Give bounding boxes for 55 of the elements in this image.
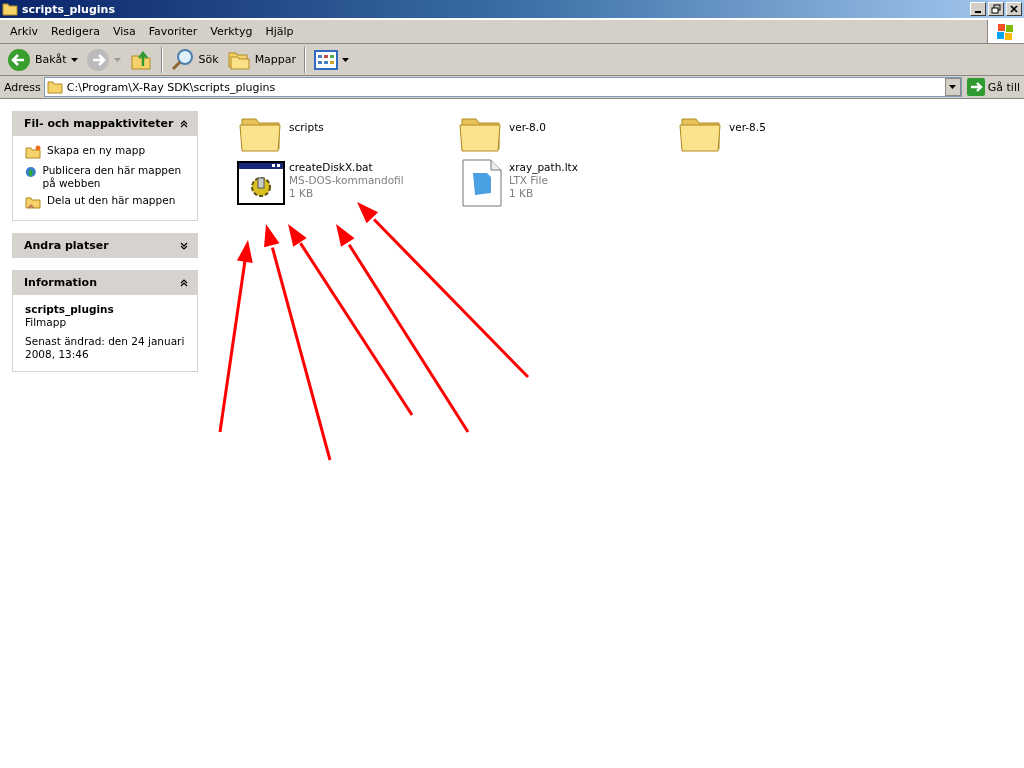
caret-icon bbox=[949, 85, 957, 89]
restore-button[interactable] bbox=[988, 2, 1004, 16]
folder-icon bbox=[46, 80, 63, 94]
menu-item[interactable]: Redigera bbox=[45, 25, 106, 38]
close-icon bbox=[1009, 4, 1019, 14]
view-grid-icon bbox=[314, 49, 339, 70]
dropdown-button[interactable] bbox=[944, 78, 961, 96]
window-title: scripts_plugins bbox=[22, 2, 115, 16]
gear-window-icon bbox=[237, 159, 285, 207]
file-name: ver-8.5 bbox=[729, 121, 766, 134]
search-button[interactable]: Sök bbox=[167, 45, 222, 74]
flag-logo bbox=[996, 22, 1016, 41]
task-link[interactable]: Publicera den här mappen på webben bbox=[25, 164, 187, 190]
folders-button[interactable]: Mappar bbox=[223, 45, 300, 74]
caret-icon bbox=[113, 57, 121, 62]
file-name: createDiskX.bat bbox=[289, 161, 374, 174]
close-button[interactable] bbox=[1006, 2, 1022, 16]
caret-icon bbox=[342, 57, 350, 62]
right-arrow-icon bbox=[966, 78, 985, 96]
file-name: xray_path.ltx bbox=[509, 161, 578, 174]
menu-item[interactable]: Arkiv bbox=[4, 25, 44, 38]
chevron-icon[interactable] bbox=[180, 119, 188, 128]
panel-title: Andra platser bbox=[24, 239, 109, 252]
chevron-icon[interactable] bbox=[180, 241, 188, 250]
minimize-button[interactable] bbox=[970, 2, 986, 16]
menu-item[interactable]: Hjälp bbox=[259, 25, 300, 38]
file-type: MS-DOS-kommandofil bbox=[289, 174, 404, 187]
folder-icon bbox=[2, 2, 18, 16]
task-link[interactable]: Dela ut den här mappen bbox=[25, 194, 187, 210]
new-folder-icon bbox=[25, 144, 41, 160]
task-link[interactable]: Skapa en ny mapp bbox=[25, 144, 187, 160]
info-modified: Senast ändrad: den 24 januari 2008, 13:46 bbox=[25, 335, 186, 361]
file-size: 1 KB bbox=[509, 187, 535, 200]
globe-icon bbox=[25, 164, 37, 180]
file-name: scripts bbox=[289, 121, 324, 134]
minimize-icon bbox=[975, 11, 981, 13]
chevron-icon[interactable] bbox=[180, 278, 188, 287]
info-type: Filmapp bbox=[25, 316, 68, 329]
menu-item[interactable]: Favoriter bbox=[142, 25, 204, 38]
shared-folder-icon bbox=[25, 194, 41, 210]
file-type: LTX File bbox=[509, 174, 549, 187]
info-name: scripts_plugins bbox=[25, 303, 115, 316]
address-label: Adress bbox=[4, 80, 41, 94]
menu-item[interactable]: Visa bbox=[106, 25, 142, 38]
panel-title: Information bbox=[24, 276, 97, 289]
file-size: 1 KB bbox=[289, 187, 315, 200]
caret-icon bbox=[70, 57, 78, 62]
restore-icon bbox=[991, 4, 1001, 14]
go-button[interactable]: Gå till bbox=[964, 78, 1022, 96]
file-name: ver-8.0 bbox=[509, 121, 546, 134]
search-icon bbox=[170, 47, 195, 72]
menu-item[interactable]: Verktyg bbox=[204, 25, 259, 38]
back-button[interactable]: Bakåt bbox=[4, 45, 81, 74]
panel-title: Fil- och mappaktiviteter bbox=[24, 117, 174, 130]
address-field[interactable]: C:\Program\X-Ray SDK\scripts_plugins bbox=[43, 77, 962, 97]
